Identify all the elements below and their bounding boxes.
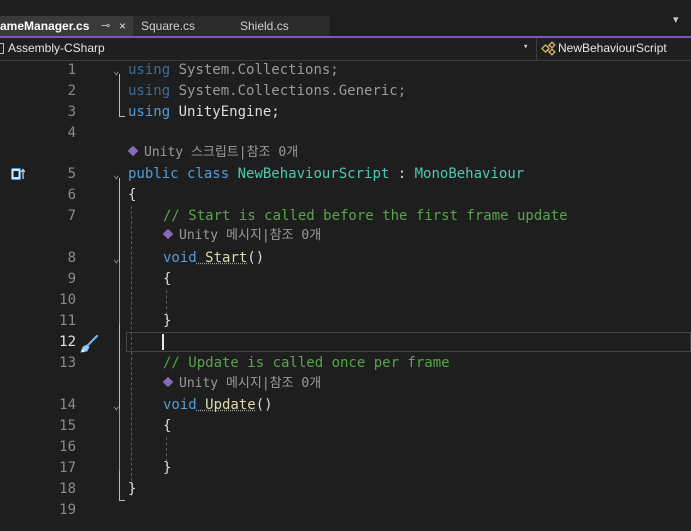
- line-number: 16: [59, 439, 76, 455]
- codelens-class[interactable]: Unity 스크립트|참조 0개: [127, 143, 298, 163]
- code-line-3: using UnityEngine;: [128, 104, 280, 120]
- codelens-update[interactable]: Unity 메시지|참조 0개: [162, 374, 321, 394]
- navigation-bar: Assembly-CSharp ▾ NewBehaviourScript: [0, 38, 691, 61]
- tab-label: Shield.cs: [240, 19, 289, 33]
- fold-guide-end: [119, 116, 125, 117]
- pin-icon[interactable]: ⊸: [101, 16, 110, 36]
- unity-cube-icon: [127, 145, 139, 157]
- unity-cube-icon: [162, 228, 174, 240]
- project-dropdown[interactable]: Assembly-CSharp ▾: [0, 38, 537, 60]
- codelens-start[interactable]: Unity 메시지|참조 0개: [162, 226, 321, 246]
- line-number-current: 12: [59, 334, 76, 350]
- line-number: 2: [67, 83, 76, 99]
- code-line-18: }: [128, 481, 137, 497]
- project-label: Assembly-CSharp: [8, 41, 105, 55]
- code-line-14: void Update(): [163, 397, 273, 413]
- line-number: 6: [67, 187, 76, 203]
- implements-marker-icon[interactable]: [11, 168, 25, 180]
- line-number: 13: [59, 355, 76, 371]
- code-cleanup-brush-icon[interactable]: [78, 334, 100, 354]
- code-line-9: {: [163, 271, 172, 287]
- code-line-8: void Start(): [163, 250, 265, 266]
- tab-label: Square.cs: [141, 19, 196, 33]
- tab-bar: ameManager.cs ⊸ × Square.cs Shield.cs ▾: [0, 0, 691, 38]
- line-number: 17: [59, 460, 76, 476]
- type-label: NewBehaviourScript: [558, 41, 667, 55]
- line-number: 8: [67, 250, 76, 266]
- tab-label: ameManager.cs: [0, 19, 90, 33]
- close-icon[interactable]: ×: [119, 16, 126, 36]
- line-number: 15: [59, 418, 76, 434]
- code-line-6: {: [128, 187, 137, 203]
- line-number: 3: [67, 104, 76, 120]
- fold-guide: [119, 262, 120, 324]
- line-number: 5: [67, 166, 76, 182]
- fold-guide-end: [119, 500, 125, 501]
- tab-shield[interactable]: Shield.cs: [232, 16, 330, 36]
- code-line-5: public class NewBehaviourScript : MonoBe…: [128, 166, 525, 182]
- text-caret: [162, 334, 164, 350]
- class-icon: [541, 41, 556, 56]
- line-number: 19: [59, 502, 76, 518]
- fold-guide: [119, 409, 120, 471]
- chevron-down-icon[interactable]: ▾: [523, 42, 528, 52]
- code-editor[interactable]: 1 2 3 4 5 6 7 8 9 10 11 12 13 14 15 16 1…: [0, 60, 691, 531]
- line-number: 9: [67, 271, 76, 287]
- line-number: 7: [67, 208, 76, 224]
- line-number: 11: [59, 313, 76, 329]
- code-line-17: }: [163, 460, 172, 476]
- type-dropdown[interactable]: NewBehaviourScript: [539, 38, 691, 60]
- tab-overflow-icon[interactable]: ▾: [673, 13, 679, 26]
- line-number: 1: [67, 62, 76, 78]
- line-number: 14: [59, 397, 76, 413]
- current-line-highlight: [126, 332, 691, 352]
- fold-guide: [119, 74, 120, 116]
- code-line-11: }: [163, 313, 172, 329]
- line-number: 18: [59, 481, 76, 497]
- code-line-2: using System.Collections.Generic;: [128, 83, 407, 99]
- tab-square[interactable]: Square.cs: [133, 16, 233, 36]
- unity-cube-icon: [162, 376, 174, 388]
- code-line-1: using System.Collections;: [128, 62, 339, 78]
- code-line-15: {: [163, 418, 172, 434]
- code-line-7-comment: // Start is called before the first fram…: [163, 208, 568, 224]
- line-number: 4: [67, 125, 76, 141]
- tab-gamemanager[interactable]: ameManager.cs ⊸ ×: [0, 16, 133, 36]
- line-number: 10: [59, 292, 76, 308]
- project-file-icon: [0, 43, 4, 54]
- code-line-13-comment: // Update is called once per frame: [163, 355, 450, 371]
